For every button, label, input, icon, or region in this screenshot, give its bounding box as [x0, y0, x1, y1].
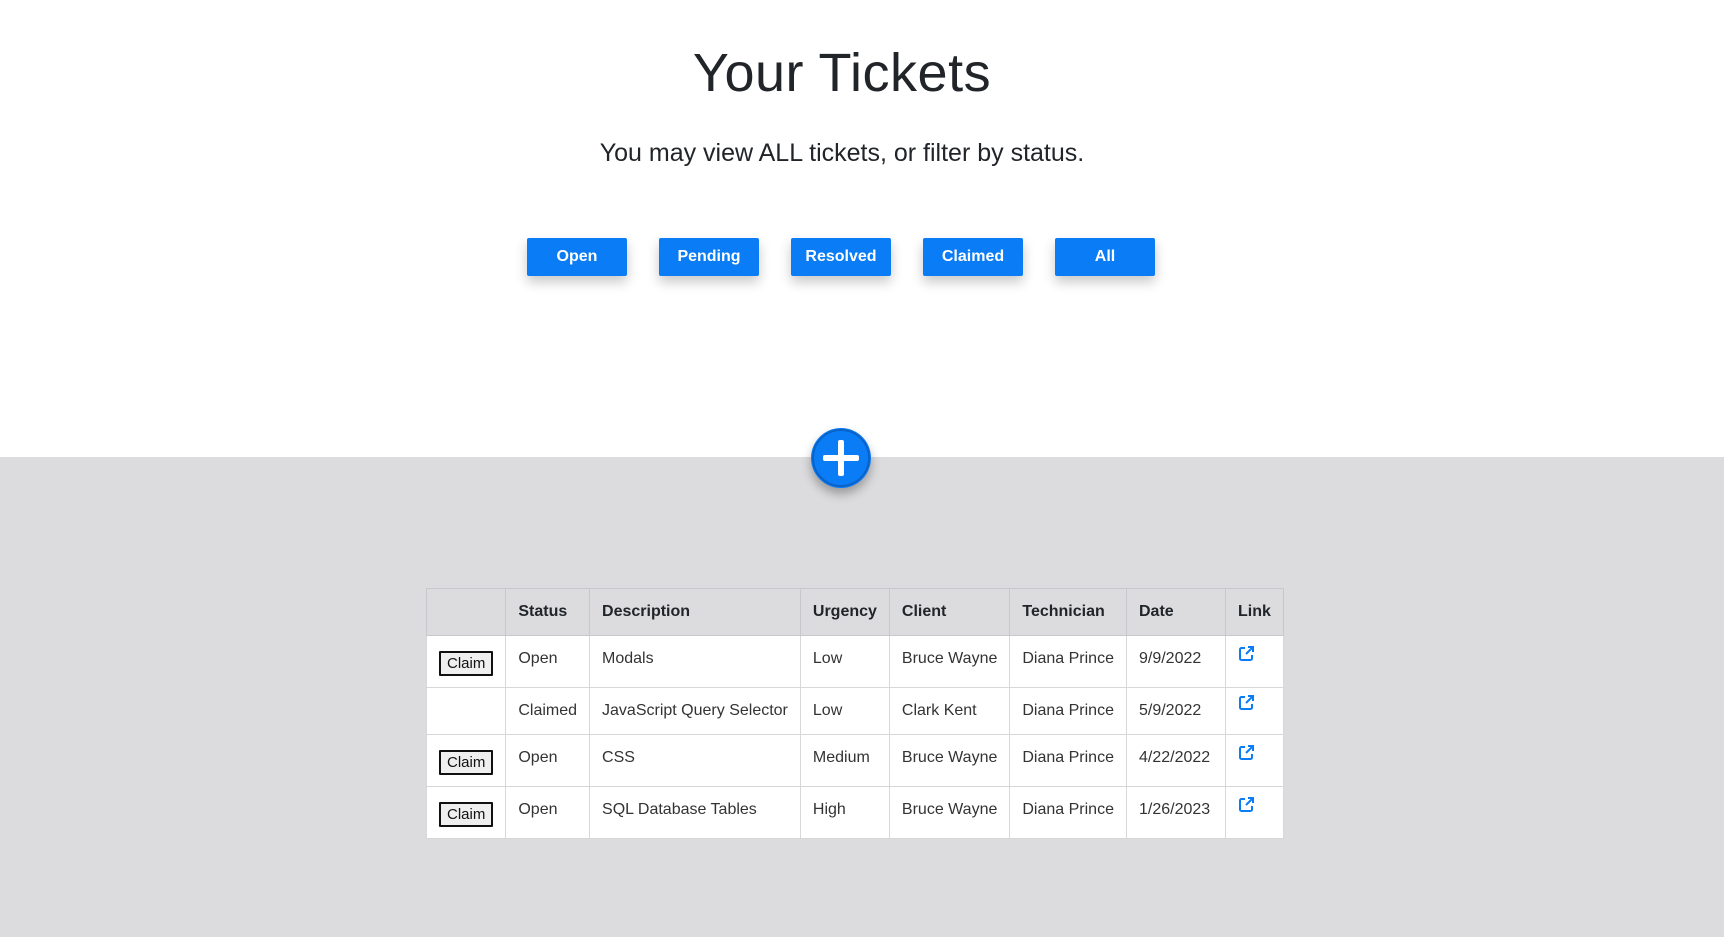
technician-cell: Diana Prince: [1009, 687, 1127, 735]
header-section: Your Tickets You may view ALL tickets, o…: [0, 0, 1724, 457]
technician-cell: Diana Prince: [1009, 635, 1127, 688]
client-cell: Bruce Wayne: [888, 635, 1011, 688]
status-cell: Open: [505, 635, 591, 688]
link-cell: [1224, 786, 1284, 839]
column-header-actions: [425, 588, 507, 636]
claim-button[interactable]: Claim: [439, 802, 494, 827]
date-cell: 9/9/2022: [1125, 635, 1226, 688]
client-cell: Bruce Wayne: [888, 734, 1011, 787]
urgency-cell: High: [799, 786, 890, 839]
table-row: Claimed JavaScript Query Selector Low Cl…: [425, 687, 1284, 735]
column-header-technician: Technician: [1009, 588, 1127, 636]
status-filter-bar: Open Pending Resolved Claimed All: [527, 238, 1155, 276]
plus-circle-icon: [812, 429, 870, 487]
filter-pending-button[interactable]: Pending: [659, 238, 759, 276]
date-cell: 1/26/2023: [1125, 786, 1226, 839]
claim-button[interactable]: Claim: [439, 750, 494, 775]
external-link-icon[interactable]: [1238, 796, 1255, 818]
page-subtitle: You may view ALL tickets, or filter by s…: [599, 139, 1085, 167]
add-ticket-button[interactable]: [811, 428, 871, 488]
external-link-icon[interactable]: [1238, 744, 1255, 766]
description-cell: JavaScript Query Selector: [589, 687, 801, 735]
link-cell: [1224, 635, 1284, 688]
column-header-description: Description: [589, 588, 801, 636]
column-header-urgency: Urgency: [799, 588, 890, 636]
filter-claimed-button[interactable]: Claimed: [923, 238, 1023, 276]
technician-cell: Diana Prince: [1009, 734, 1127, 787]
table-row: Claim Open SQL Database Tables High Bruc…: [425, 786, 1284, 839]
table-row: Claim Open Modals Low Bruce Wayne Diana …: [425, 635, 1284, 688]
link-cell: [1224, 734, 1284, 787]
table-header-row: Status Description Urgency Client Techni…: [425, 588, 1284, 636]
status-cell: Open: [505, 786, 591, 839]
column-header-link: Link: [1224, 588, 1284, 636]
description-cell: CSS: [589, 734, 801, 787]
column-header-status: Status: [505, 588, 591, 636]
date-cell: 4/22/2022: [1125, 734, 1226, 787]
urgency-cell: Medium: [799, 734, 890, 787]
date-cell: 5/9/2022: [1125, 687, 1226, 735]
claim-button[interactable]: Claim: [439, 651, 494, 676]
client-cell: Clark Kent: [888, 687, 1011, 735]
urgency-cell: Low: [799, 687, 890, 735]
column-header-client: Client: [888, 588, 1011, 636]
urgency-cell: Low: [799, 635, 890, 688]
tickets-table: Status Description Urgency Client Techni…: [425, 588, 1284, 839]
external-link-icon[interactable]: [1238, 645, 1255, 667]
column-header-date: Date: [1125, 588, 1226, 636]
claim-cell: Claim: [425, 734, 507, 787]
filter-all-button[interactable]: All: [1055, 238, 1155, 276]
table-row: Claim Open CSS Medium Bruce Wayne Diana …: [425, 734, 1284, 787]
claim-cell: [425, 687, 507, 735]
claim-cell: Claim: [425, 635, 507, 688]
description-cell: Modals: [589, 635, 801, 688]
page-title: Your Tickets: [692, 43, 992, 103]
status-cell: Open: [505, 734, 591, 787]
claim-cell: Claim: [425, 786, 507, 839]
filter-resolved-button[interactable]: Resolved: [791, 238, 891, 276]
client-cell: Bruce Wayne: [888, 786, 1011, 839]
status-cell: Claimed: [505, 687, 591, 735]
filter-open-button[interactable]: Open: [527, 238, 627, 276]
description-cell: SQL Database Tables: [589, 786, 801, 839]
link-cell: [1224, 687, 1284, 735]
external-link-icon[interactable]: [1238, 694, 1255, 716]
technician-cell: Diana Prince: [1009, 786, 1127, 839]
